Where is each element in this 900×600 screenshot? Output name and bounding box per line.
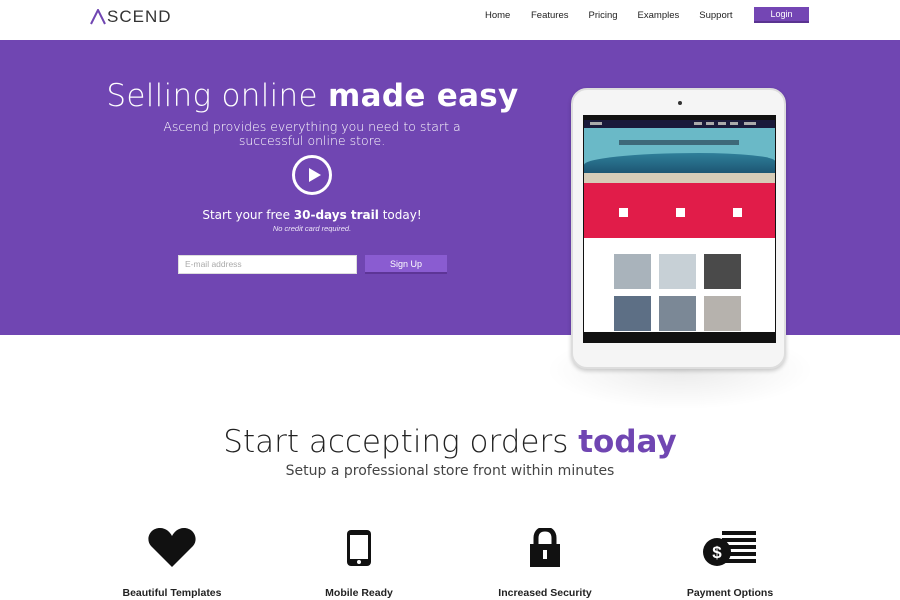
nav-support[interactable]: Support — [699, 10, 732, 21]
section-subtitle: Setup a professional store front within … — [285, 463, 615, 479]
screen-feature-icon — [676, 208, 685, 217]
logo[interactable]: SCEND — [90, 8, 172, 26]
svg-text:$: $ — [712, 543, 722, 562]
screen-photo — [614, 254, 651, 289]
hero-subtitle: Ascend provides everything you need to s… — [163, 119, 461, 148]
ipad-screen — [583, 115, 776, 343]
payment-icon: $ — [630, 525, 830, 570]
nav-links: Home Features Pricing Examples Support — [485, 10, 753, 21]
section-title: Start accepting orders today — [0, 424, 900, 460]
feature-label: Increased Security — [498, 587, 592, 599]
screen-feature-icon — [733, 208, 742, 217]
mobile-icon — [259, 525, 459, 570]
screen-nav-item — [718, 122, 726, 125]
screen-photo — [659, 296, 696, 331]
section-title-bold: today — [578, 424, 677, 460]
screen-nav-item — [706, 122, 714, 125]
logo-text: SCEND — [107, 7, 172, 26]
screen-hero — [584, 128, 775, 183]
screen-work — [584, 238, 775, 338]
feature-security: Increased Security — [445, 525, 645, 599]
screen-sand — [584, 173, 775, 183]
screen-photo — [659, 254, 696, 289]
screen-nav-item — [730, 122, 738, 125]
screen-feature-icon — [619, 208, 628, 217]
feature-label: Mobile Ready — [325, 587, 393, 599]
screen-photo — [704, 254, 741, 289]
heart-icon — [72, 525, 272, 570]
feature-templates: Beautiful Templates — [72, 525, 272, 599]
trial-prefix: Start your free — [202, 208, 294, 222]
no-credit-card-note: No credit card required. — [272, 224, 352, 233]
login-button[interactable]: Login — [754, 7, 809, 23]
feature-label: Beautiful Templates — [122, 587, 222, 599]
screen-nav-logo — [590, 122, 602, 125]
screen-features — [584, 183, 775, 238]
signup-button[interactable]: Sign Up — [365, 255, 447, 274]
hero-title-light: Selling online — [106, 78, 329, 114]
nav-home[interactable]: Home — [485, 10, 511, 21]
nav-features[interactable]: Features — [531, 10, 569, 21]
screen-nav-item — [744, 122, 756, 125]
hero-title: Selling online made easy — [0, 78, 625, 114]
trial-bold: 30-days trail — [293, 208, 379, 222]
nav-pricing[interactable]: Pricing — [589, 10, 618, 21]
trial-suffix: today! — [378, 208, 422, 222]
email-input[interactable]: E-mail address — [178, 255, 357, 274]
screen-photo — [614, 296, 651, 331]
screen-nav — [584, 120, 775, 128]
lock-icon — [445, 525, 645, 570]
feature-label: Payment Options — [686, 587, 774, 599]
top-nav: SCEND Home Features Pricing Examples Sup… — [0, 0, 900, 40]
feature-payment: $ Payment Options — [630, 525, 830, 599]
section-title-light: Start accepting orders — [223, 424, 579, 460]
feature-mobile: Mobile Ready — [259, 525, 459, 599]
ipad-mockup — [571, 88, 786, 369]
nav-examples[interactable]: Examples — [638, 10, 680, 21]
trial-text: Start your free 30-days trail today! — [162, 208, 462, 222]
logo-a-icon — [90, 9, 106, 25]
screen-nav-item — [694, 122, 702, 125]
ipad-camera — [678, 101, 682, 105]
play-video-button[interactable] — [292, 155, 332, 195]
screen-photo — [704, 296, 741, 331]
screen-bottom-bar — [584, 332, 775, 342]
screen-wave — [584, 153, 775, 173]
hero-title-bold: made easy — [328, 78, 519, 114]
screen-hero-text — [619, 140, 739, 145]
